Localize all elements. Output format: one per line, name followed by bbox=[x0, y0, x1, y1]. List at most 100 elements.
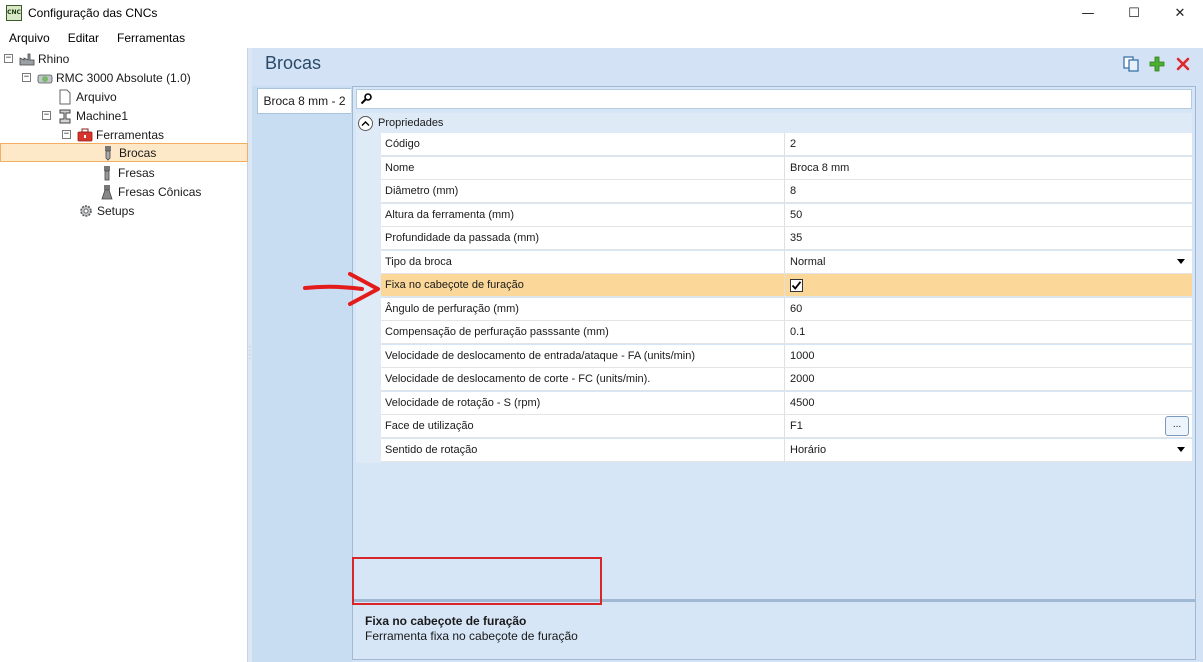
description-panel: Fixa no cabeçote de furação Ferramenta f… bbox=[352, 600, 1196, 660]
window-controls: — ☐ ✕ bbox=[1065, 0, 1203, 26]
tree-item-machine1[interactable]: − Machine1 bbox=[42, 106, 128, 125]
collapse-icon[interactable]: − bbox=[42, 111, 51, 120]
property-value[interactable] bbox=[785, 274, 1192, 296]
face-value: F1 bbox=[790, 420, 803, 432]
tree-item-fresas-conicas[interactable]: Fresas Cônicas bbox=[99, 182, 201, 201]
property-row-sentido[interactable]: Sentido de rotação Horário bbox=[381, 438, 1192, 462]
file-icon bbox=[57, 89, 73, 105]
description-text: Ferramenta fixa no cabeçote de furação bbox=[365, 629, 578, 643]
property-row-vel-rotacao[interactable]: Velocidade de rotação - S (rpm) 4500 bbox=[381, 391, 1192, 415]
add-icon[interactable] bbox=[1147, 54, 1167, 74]
copy-icon[interactable] bbox=[1121, 54, 1141, 74]
tab-broca-8mm[interactable]: Broca 8 mm - 2 bbox=[257, 88, 351, 114]
maximize-button[interactable]: ☐ bbox=[1111, 0, 1157, 26]
tree-item-rhino[interactable]: − Rhino bbox=[4, 49, 69, 68]
property-row-vel-corte[interactable]: Velocidade de deslocamento de corte - FC… bbox=[381, 368, 1192, 391]
property-search-input[interactable] bbox=[356, 89, 1192, 109]
face-browse-button[interactable]: ... bbox=[1165, 416, 1189, 436]
property-row-profundidade[interactable]: Profundidade da passada (mm) 35 bbox=[381, 227, 1192, 250]
property-name: Tipo da broca bbox=[381, 250, 785, 273]
property-value[interactable]: 8 bbox=[785, 180, 1192, 202]
property-name: Compensação de perfuração passsante (mm) bbox=[381, 321, 785, 343]
property-name: Sentido de rotação bbox=[381, 438, 785, 461]
property-value[interactable]: 2 bbox=[785, 133, 1192, 155]
property-name: Nome bbox=[381, 156, 785, 179]
collapse-chevron-icon[interactable] bbox=[358, 115, 373, 131]
property-name: Velocidade de deslocamento de corte - FC… bbox=[381, 368, 785, 390]
property-grid: Propriedades Código 2 Nome Broca 8 mm Di… bbox=[352, 86, 1196, 600]
property-value[interactable]: F1 ... bbox=[785, 415, 1192, 437]
property-name: Velocidade de rotação - S (rpm) bbox=[381, 391, 785, 414]
property-value[interactable]: 60 bbox=[785, 298, 1192, 320]
tree-item-fresas[interactable]: Fresas bbox=[99, 163, 155, 182]
tree-item-ferramentas[interactable]: − Ferramentas bbox=[62, 125, 164, 144]
property-name: Altura da ferramenta (mm) bbox=[381, 203, 785, 226]
tree-item-machine[interactable]: − RMC 3000 Absolute (1.0) bbox=[22, 68, 191, 87]
category-label: Propriedades bbox=[378, 117, 444, 129]
tree-label: Brocas bbox=[119, 145, 157, 160]
property-row-compensacao[interactable]: Compensação de perfuração passsante (mm)… bbox=[381, 321, 1192, 344]
tree-item-brocas[interactable]: Brocas bbox=[0, 143, 248, 162]
property-row-diametro[interactable]: Diâmetro (mm) 8 bbox=[381, 180, 1192, 203]
dropdown-value: Horário bbox=[790, 443, 827, 456]
menu-ferramentas[interactable]: Ferramentas bbox=[108, 31, 194, 45]
delete-icon[interactable] bbox=[1173, 54, 1193, 74]
property-row-nome[interactable]: Nome Broca 8 mm bbox=[381, 156, 1192, 180]
tree-label: Arquivo bbox=[76, 89, 117, 104]
description-highlight-box bbox=[352, 557, 602, 605]
description-title: Fixa no cabeçote de furação bbox=[365, 614, 527, 628]
dropdown-value: Normal bbox=[790, 255, 826, 268]
property-value[interactable]: 2000 bbox=[785, 368, 1192, 390]
config-tree: − Rhino − RMC 3000 Absolute (1.0) Arquiv… bbox=[0, 48, 248, 662]
property-value[interactable]: Broca 8 mm bbox=[785, 157, 1192, 179]
property-name: Diâmetro (mm) bbox=[381, 180, 785, 202]
tree-label: RMC 3000 Absolute (1.0) bbox=[56, 70, 191, 85]
category-row[interactable]: Propriedades bbox=[356, 113, 1192, 133]
conical-mill-icon bbox=[99, 184, 115, 200]
property-value[interactable]: 1000 bbox=[785, 345, 1192, 367]
tree-item-arquivo[interactable]: Arquivo bbox=[57, 87, 117, 106]
property-value-dropdown[interactable]: Normal bbox=[785, 251, 1192, 273]
property-row-vel-entrada[interactable]: Velocidade de deslocamento de entrada/at… bbox=[381, 344, 1192, 368]
minimize-button[interactable]: — bbox=[1065, 0, 1111, 26]
tree-label: Fresas Cônicas bbox=[118, 184, 202, 199]
collapse-icon[interactable]: − bbox=[22, 73, 31, 82]
property-name: Fixa no cabeçote de furação bbox=[381, 274, 785, 296]
property-row-altura[interactable]: Altura da ferramenta (mm) 50 bbox=[381, 203, 1192, 227]
property-value[interactable]: 35 bbox=[785, 227, 1192, 249]
property-row-tipo-broca[interactable]: Tipo da broca Normal bbox=[381, 250, 1192, 274]
property-value[interactable]: 50 bbox=[785, 204, 1192, 226]
tree-label: Ferramentas bbox=[96, 127, 165, 142]
property-row-codigo[interactable]: Código 2 bbox=[381, 133, 1192, 156]
tree-item-setups[interactable]: Setups bbox=[78, 201, 134, 220]
factory-icon bbox=[19, 51, 35, 67]
toolbar bbox=[1121, 54, 1193, 74]
close-button[interactable]: ✕ bbox=[1157, 0, 1203, 26]
machine-icon bbox=[37, 70, 53, 86]
property-value-dropdown[interactable]: Horário bbox=[785, 439, 1192, 461]
fixa-cabecote-checkbox[interactable] bbox=[790, 278, 803, 292]
tree-label: Rhino bbox=[38, 51, 70, 66]
collapse-icon[interactable]: − bbox=[62, 130, 71, 139]
collapse-icon[interactable]: − bbox=[4, 54, 13, 63]
tree-label: Fresas bbox=[118, 165, 155, 180]
cnc-machine-icon bbox=[57, 108, 73, 124]
window-title: Configuração das CNCs bbox=[28, 6, 158, 20]
property-name: Face de utilização bbox=[381, 415, 785, 437]
page-title: Brocas bbox=[265, 53, 322, 73]
tree-label: Machine1 bbox=[76, 108, 129, 123]
property-value[interactable]: 0.1 bbox=[785, 321, 1192, 343]
mill-bit-icon bbox=[99, 165, 115, 181]
dropdown-arrow-icon[interactable] bbox=[1177, 258, 1185, 264]
property-value[interactable]: 4500 bbox=[785, 392, 1192, 414]
dropdown-arrow-icon[interactable] bbox=[1177, 446, 1185, 452]
title-bar: CNC Configuração das CNCs — ☐ ✕ bbox=[0, 0, 1203, 26]
property-row-face[interactable]: Face de utilização F1 ... bbox=[381, 415, 1192, 438]
gear-icon bbox=[78, 203, 94, 219]
property-row-fixa-cabecote[interactable]: Fixa no cabeçote de furação bbox=[381, 274, 1192, 297]
property-row-angulo[interactable]: Ângulo de perfuração (mm) 60 bbox=[381, 297, 1192, 321]
menu-arquivo[interactable]: Arquivo bbox=[0, 31, 59, 45]
menu-bar: Arquivo Editar Ferramentas bbox=[0, 28, 1203, 48]
tree-label: Setups bbox=[97, 203, 135, 218]
menu-editar[interactable]: Editar bbox=[59, 31, 108, 45]
